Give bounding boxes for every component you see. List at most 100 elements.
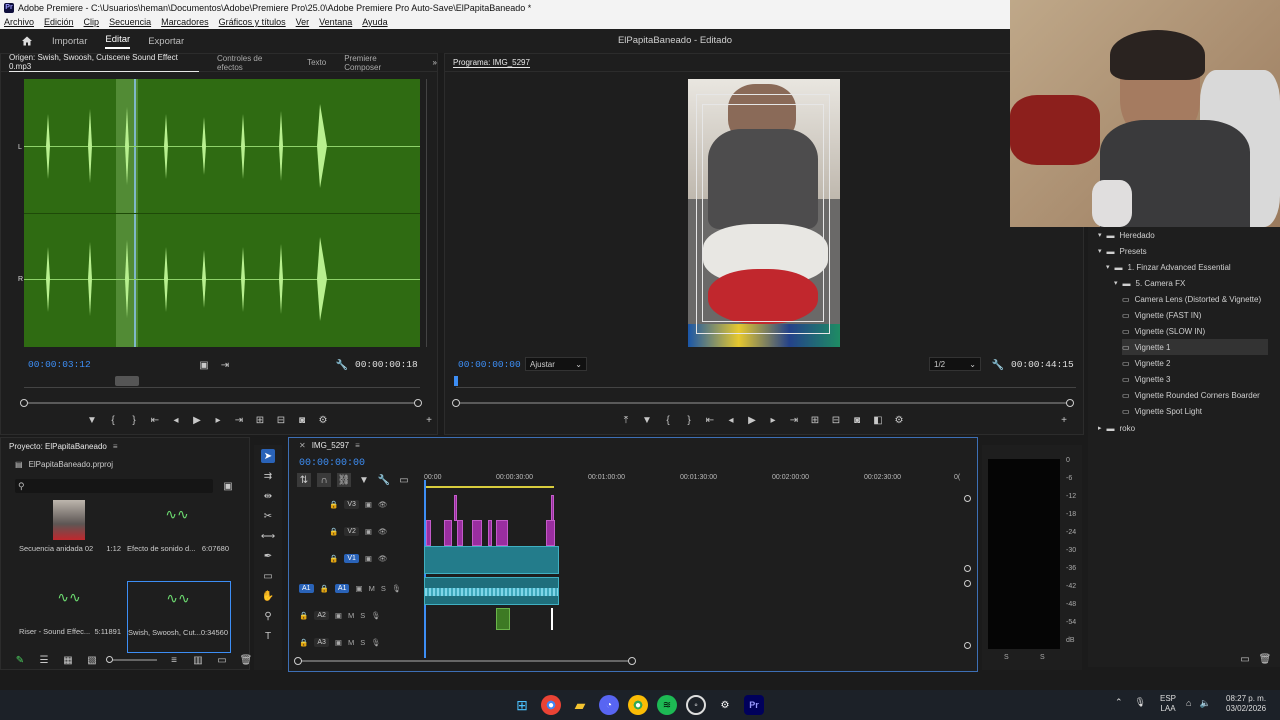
go-to-in-icon[interactable]: ⇤ xyxy=(703,413,717,427)
effects-preset[interactable]: ▭ Vignette (SLOW IN) xyxy=(1122,323,1268,339)
program-playhead[interactable] xyxy=(454,376,458,386)
zoom-handle-right[interactable] xyxy=(414,399,422,407)
project-item[interactable]: ∿∿ Efecto de sonido d... 6:07680 xyxy=(127,498,231,570)
nav-edit[interactable]: Editar xyxy=(105,34,131,49)
zoom-handle-right[interactable] xyxy=(1066,399,1074,407)
chevron-icon[interactable]: ▾ xyxy=(1114,279,1118,287)
add-marker-icon[interactable]: ▼ xyxy=(85,413,99,427)
lift-clip-icon[interactable]: ⊞ xyxy=(808,413,822,427)
lock-icon[interactable]: 🔒 xyxy=(320,584,329,593)
chevron-icon[interactable]: ▾ xyxy=(1106,263,1110,271)
source-patch-a1[interactable]: A1 xyxy=(299,584,314,593)
microphone-icon[interactable]: 🎙 xyxy=(371,638,381,647)
solo-left[interactable]: S xyxy=(1004,654,1009,661)
tab-effect-controls[interactable]: Controles de efectos xyxy=(217,54,289,72)
sync-lock-icon[interactable]: ▣ xyxy=(365,554,372,563)
source-zoom-bar[interactable] xyxy=(20,399,422,407)
chevron-icon[interactable]: ▾ xyxy=(1098,247,1102,255)
step-back-icon[interactable]: ◂ xyxy=(169,413,183,427)
program-zoom-bar[interactable] xyxy=(452,399,1074,407)
audio-waveform[interactable] xyxy=(24,79,420,347)
timeline-vertical-scrollbar[interactable] xyxy=(964,495,971,655)
chrome-alt-icon[interactable]: ● xyxy=(628,695,648,715)
sync-lock-icon[interactable]: ▣ xyxy=(365,500,372,509)
lock-icon[interactable]: 🔒 xyxy=(329,554,338,563)
project-item[interactable]: ∿∿ Swish, Swoosh, Cut... 0:34560 xyxy=(127,581,231,653)
sync-lock-icon[interactable]: ▣ xyxy=(335,611,342,620)
menu-item[interactable]: Ver xyxy=(296,17,310,27)
menu-icon[interactable]: ≡ xyxy=(355,441,360,450)
selection-tool-icon[interactable]: ➤ xyxy=(261,449,275,463)
slip-tool-icon[interactable]: ⟷ xyxy=(261,529,275,543)
insert-icon[interactable]: ⊞ xyxy=(253,413,267,427)
effects-preset[interactable]: ▭ Vignette Rounded Corners Boarder xyxy=(1122,387,1268,403)
sync-lock-icon[interactable]: ▣ xyxy=(365,527,372,536)
zoom-handle-left[interactable] xyxy=(452,399,460,407)
fit-dropdown[interactable]: Ajustar ⌄ xyxy=(525,357,587,371)
step-forward-icon[interactable]: ▸ xyxy=(211,413,225,427)
play-icon[interactable]: ▶ xyxy=(190,413,204,427)
eye-icon[interactable]: 👁 xyxy=(378,554,388,563)
icon-view-icon[interactable]: ▦ xyxy=(61,653,75,667)
new-bin-icon[interactable]: ▭ xyxy=(1238,652,1252,666)
program-timecode[interactable]: 00:00:00:00 xyxy=(458,359,521,370)
timeline-horizontal-scrollbar[interactable] xyxy=(294,657,636,665)
v2-clips[interactable] xyxy=(424,520,559,546)
clock[interactable]: 08:27 p. m. 03/02/2026 xyxy=(1226,694,1266,714)
settings-icon[interactable]: ⚙ xyxy=(892,413,906,427)
program-video-frame[interactable] xyxy=(688,79,840,347)
project-item[interactable]: Secuencia anidada 02 1:12 xyxy=(19,498,123,570)
play-icon[interactable]: ▶ xyxy=(745,413,759,427)
effects-preset[interactable]: ▭ Vignette Spot Light xyxy=(1122,403,1268,419)
add-marker-icon[interactable]: ▼ xyxy=(357,473,371,487)
mute-button[interactable]: M xyxy=(348,638,354,647)
track-label[interactable]: V3 xyxy=(344,500,359,509)
camera-icon[interactable]: ◙ xyxy=(295,413,309,427)
add-button-icon[interactable]: + xyxy=(1057,413,1071,427)
obs-icon[interactable]: ◦ xyxy=(686,695,706,715)
menu-icon[interactable]: ≡ xyxy=(113,442,118,451)
type-tool-icon[interactable]: T xyxy=(261,629,275,643)
chrome-icon[interactable]: ● xyxy=(541,695,561,715)
effects-folder[interactable]: ▸ ▬ roko xyxy=(1098,420,1268,436)
wrench-icon[interactable]: 🔧 xyxy=(335,358,349,372)
menu-item[interactable]: Archivo xyxy=(4,17,34,27)
effects-preset[interactable]: ▭ Camera Lens (Distorted & Vignette) xyxy=(1122,291,1268,307)
track-label[interactable]: A2 xyxy=(314,611,329,620)
menu-item[interactable]: Secuencia xyxy=(109,17,151,27)
step-back-icon[interactable]: ◂ xyxy=(724,413,738,427)
discord-icon[interactable]: ◔ xyxy=(599,695,619,715)
work-area-bar[interactable] xyxy=(424,486,554,488)
automate-icon[interactable]: ▥ xyxy=(191,653,205,667)
settings-icon[interactable]: ⚙ xyxy=(715,695,735,715)
tab-program[interactable]: Programa: IMG_5297 xyxy=(453,58,530,68)
tab-premiere-composer[interactable]: Premiere Composer xyxy=(344,54,414,72)
file-explorer-icon[interactable]: ▰ xyxy=(570,695,590,715)
chevron-right-icon[interactable]: » xyxy=(433,58,437,67)
a1-clip[interactable] xyxy=(424,577,559,605)
chevron-up-icon[interactable]: ⌃ xyxy=(1115,697,1123,708)
language-indicator[interactable]: ESP LAA xyxy=(1160,694,1176,714)
project-search-input[interactable]: ⚲ xyxy=(15,479,213,493)
go-to-out-icon[interactable]: ⇥ xyxy=(232,413,246,427)
effects-preset[interactable]: ▭ Vignette 3 xyxy=(1122,371,1268,387)
v1-clip[interactable] xyxy=(424,546,559,574)
network-icon[interactable]: ⌂ xyxy=(1186,698,1191,709)
nav-import[interactable]: Importar xyxy=(52,36,87,47)
settings-icon[interactable]: ⚙ xyxy=(316,413,330,427)
go-to-out-icon[interactable]: ⇥ xyxy=(787,413,801,427)
timeline-timecode[interactable]: 00:00:00:00 xyxy=(299,458,365,469)
lift-icon[interactable]: ⤒ xyxy=(619,413,633,427)
track-label[interactable]: A3 xyxy=(314,638,329,647)
premiere-icon[interactable]: Pr xyxy=(744,695,764,715)
track-label[interactable]: V1 xyxy=(344,554,359,563)
captions-icon[interactable]: ▭ xyxy=(397,473,411,487)
microphone-icon[interactable]: 🎙 xyxy=(371,611,381,620)
nav-export[interactable]: Exportar xyxy=(148,36,184,47)
microphone-icon[interactable]: 🎙 xyxy=(392,584,402,593)
go-to-in-icon[interactable]: ⇤ xyxy=(148,413,162,427)
menu-item[interactable]: Ayuda xyxy=(362,17,387,27)
timeline-ruler[interactable]: 00:00 00:00:30:00 00:01:00:00 00:01:30:00 00… xyxy=(424,474,964,490)
menu-item[interactable]: Gráficos y títulos xyxy=(219,17,286,27)
solo-button[interactable]: S xyxy=(381,584,386,593)
